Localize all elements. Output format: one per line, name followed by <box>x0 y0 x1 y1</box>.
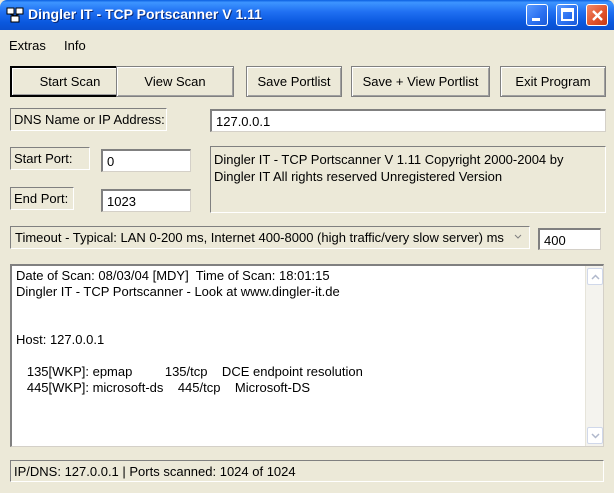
menu-bar: Extras Info <box>0 34 614 56</box>
minimize-icon <box>532 18 540 21</box>
status-bar: IP/DNS: 127.0.0.1 | Ports scanned: 1024 … <box>10 460 604 482</box>
chevron-up-icon <box>591 274 600 280</box>
info-text: Dingler IT - TCP Portscanner V 1.11 Copy… <box>210 146 606 213</box>
dns-label: DNS Name or IP Address: <box>10 108 167 131</box>
timeout-label: Timeout - Typical: LAN 0-200 ms, Interne… <box>10 226 530 249</box>
menu-extras[interactable]: Extras <box>9 38 46 53</box>
save-view-portlist-button[interactable]: Save + View Portlist <box>351 66 490 97</box>
vertical-scrollbar[interactable] <box>585 266 603 446</box>
maximize-icon <box>561 8 574 21</box>
scan-result-text: Date of Scan: 08/03/04 [MDY] Time of Sca… <box>16 268 363 395</box>
window-title: Dingler IT - TCP Portscanner V 1.11 <box>28 6 262 22</box>
app-icon <box>6 7 24 23</box>
end-port-label: End Port: <box>10 187 74 210</box>
dns-input[interactable]: 127.0.0.1 <box>210 109 606 132</box>
minimize-button[interactable] <box>526 4 548 26</box>
start-scan-button[interactable]: Start Scan <box>10 66 130 97</box>
maximize-button[interactable] <box>556 4 578 26</box>
scan-result-area[interactable]: Date of Scan: 08/03/04 [MDY] Time of Sca… <box>10 264 604 447</box>
start-port-label: Start Port: <box>10 147 90 170</box>
dropdown-arrow-icon <box>514 234 522 239</box>
scroll-down-button[interactable] <box>587 427 603 444</box>
chevron-down-icon <box>591 433 600 439</box>
start-port-input[interactable]: 0 <box>101 149 191 172</box>
end-port-input[interactable]: 1023 <box>101 189 191 212</box>
title-bar[interactable]: Dingler IT - TCP Portscanner V 1.11 <box>0 0 614 30</box>
scroll-up-button[interactable] <box>587 268 603 285</box>
menu-info[interactable]: Info <box>64 38 86 53</box>
close-button[interactable] <box>586 4 608 26</box>
save-portlist-button[interactable]: Save Portlist <box>246 66 342 97</box>
close-icon <box>592 10 603 21</box>
timeout-input[interactable]: 400 <box>538 228 601 250</box>
exit-program-button[interactable]: Exit Program <box>500 66 606 97</box>
view-scan-button[interactable]: View Scan <box>116 66 234 97</box>
